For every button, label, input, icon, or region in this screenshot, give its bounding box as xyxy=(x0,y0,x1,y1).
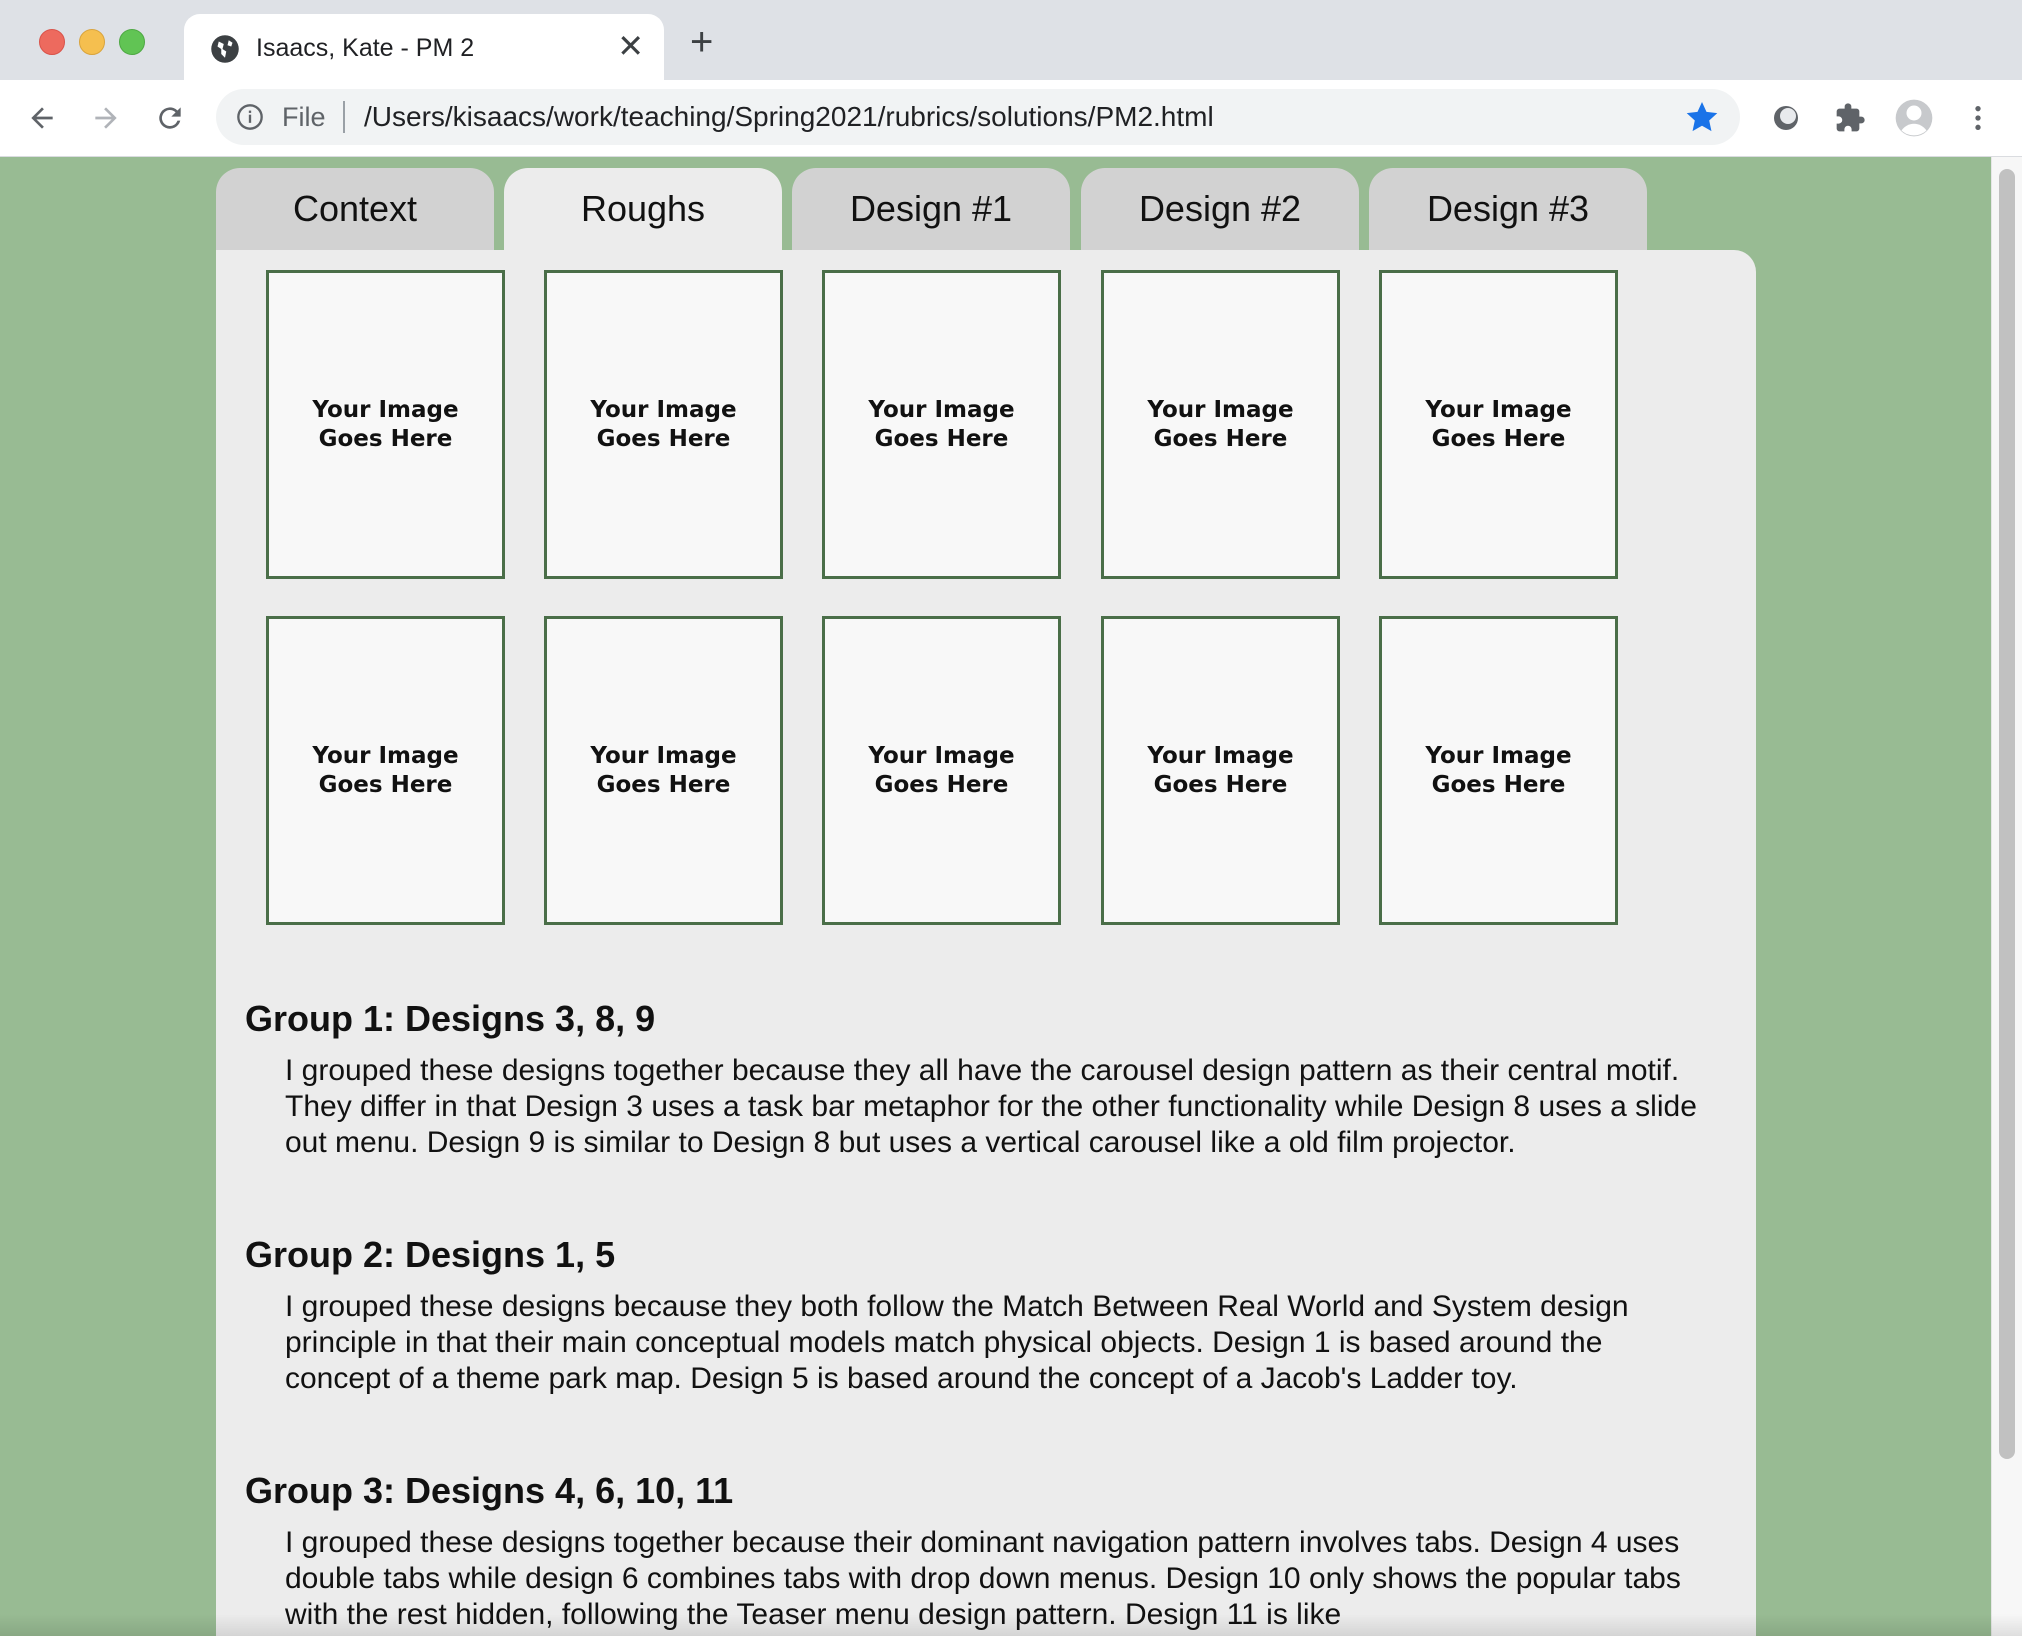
group-2-text: I grouped these designs because they bot… xyxy=(285,1290,1629,1395)
url-text[interactable]: /Users/kisaacs/work/teaching/Spring2021/… xyxy=(364,101,1214,133)
arrow-left-icon xyxy=(31,107,53,129)
puzzle-icon xyxy=(1836,103,1865,132)
group-1-heading: Group 1: Designs 3, 8, 9 xyxy=(245,998,656,1039)
page-scrollbar[interactable] xyxy=(1991,157,2022,1636)
address-bar[interactable]: File /Users/kisaacs/work/teaching/Spring… xyxy=(216,89,1740,145)
roughs-panel: Your Image Goes Here Your Image Goes Here … xyxy=(216,250,1756,1636)
close-window-button[interactable] xyxy=(39,29,65,55)
minimize-window-button[interactable] xyxy=(79,29,105,55)
image-placeholder: Your Image Goes Here xyxy=(1379,616,1618,925)
new-tab-button[interactable]: + xyxy=(690,22,713,62)
tab-design-2[interactable]: Design #2 xyxy=(1081,168,1359,250)
window-bottom-shadow xyxy=(0,1614,2022,1636)
image-placeholder: Your Image Goes Here xyxy=(266,270,505,579)
forward-button[interactable] xyxy=(86,98,126,138)
zoom-window-button[interactable] xyxy=(119,29,145,55)
image-placeholder: Your Image Goes Here xyxy=(266,616,505,925)
scrollbar-thumb[interactable] xyxy=(1999,169,2015,1459)
image-placeholder: Your Image Goes Here xyxy=(544,616,783,925)
globe-icon xyxy=(211,35,239,63)
image-placeholder: Your Image Goes Here xyxy=(1101,616,1340,925)
extension-icon[interactable] xyxy=(1766,98,1806,138)
avatar-icon xyxy=(1895,99,1933,137)
info-icon[interactable] xyxy=(236,103,264,131)
bookmark-star-icon[interactable] xyxy=(1684,99,1720,135)
group-1-text: I grouped these designs together because… xyxy=(285,1054,1697,1159)
back-button[interactable] xyxy=(22,98,62,138)
tab-design-3[interactable]: Design #3 xyxy=(1369,168,1647,250)
group-3-heading: Group 3: Designs 4, 6, 10, 11 xyxy=(245,1470,734,1511)
page-viewport: Context Roughs Design #1 Design #2 Desig… xyxy=(0,157,2022,1636)
tab-context[interactable]: Context xyxy=(216,168,494,250)
extensions-button[interactable] xyxy=(1830,98,1870,138)
browser-tab-strip: Isaacs, Kate - PM 2 ✕ + xyxy=(0,0,2022,80)
image-placeholder: Your Image Goes Here xyxy=(1101,270,1340,579)
image-placeholder: Your Image Goes Here xyxy=(544,270,783,579)
circle-extension-icon xyxy=(1774,106,1798,130)
image-placeholder: Your Image Goes Here xyxy=(822,270,1061,579)
close-tab-icon[interactable]: ✕ xyxy=(617,30,644,62)
browser-toolbar: File /Users/kisaacs/work/teaching/Spring… xyxy=(0,80,2022,157)
address-separator xyxy=(343,101,345,133)
profile-button[interactable] xyxy=(1894,98,1934,138)
image-placeholder: Your Image Goes Here xyxy=(822,616,1061,925)
group-2-heading: Group 2: Designs 1, 5 xyxy=(245,1234,616,1275)
kebab-menu-icon xyxy=(1975,106,1981,130)
reload-icon xyxy=(159,107,181,129)
reload-button[interactable] xyxy=(150,98,190,138)
browser-tab-title: Isaacs, Kate - PM 2 xyxy=(256,34,475,62)
tab-roughs[interactable]: Roughs xyxy=(504,168,782,254)
tab-design-1[interactable]: Design #1 xyxy=(792,168,1070,250)
image-placeholder: Your Image Goes Here xyxy=(1379,270,1618,579)
arrow-right-icon xyxy=(95,107,117,129)
browser-menu-button[interactable] xyxy=(1958,98,1998,138)
browser-tab[interactable]: Isaacs, Kate - PM 2 ✕ xyxy=(184,14,664,80)
scheme-label: File xyxy=(282,102,326,132)
